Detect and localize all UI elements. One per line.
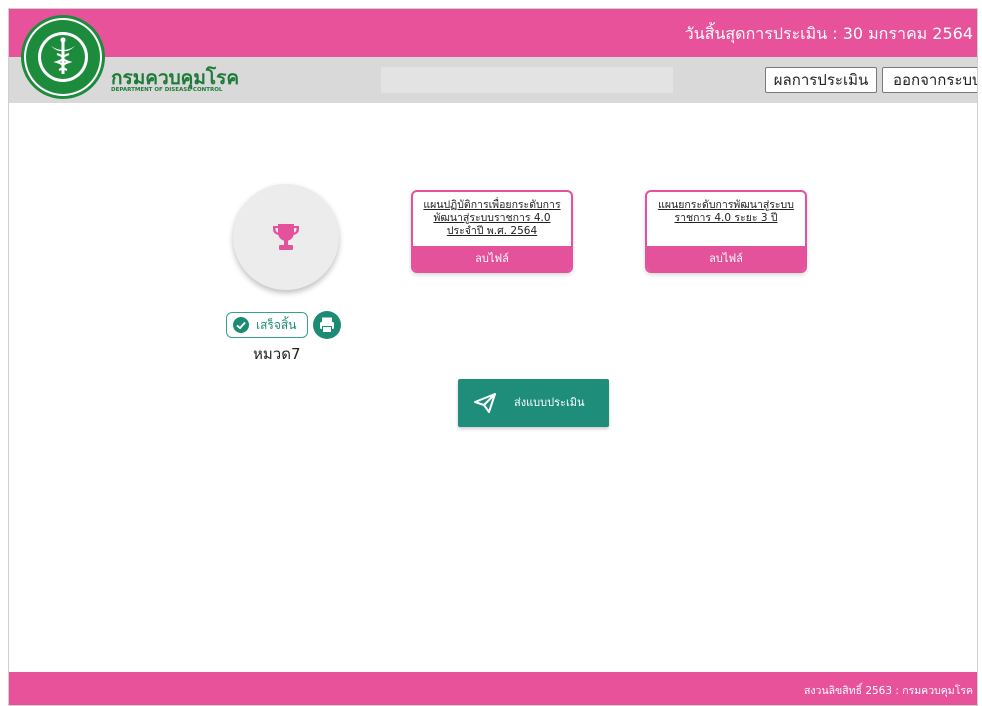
print-button[interactable] — [313, 311, 341, 339]
trophy-icon — [273, 224, 299, 250]
footer: สงวนลิขสิทธิ์ 2563 : กรมควบคุมโรค — [9, 672, 977, 705]
deadline-text: วันสิ้นสุดการประเมิน : 30 มกราคม 2564 — [684, 24, 973, 43]
check-circle-icon — [233, 317, 249, 333]
category-name: หมวด7 — [253, 345, 301, 363]
caduceus-logo-icon — [26, 20, 100, 94]
document-card: แผนปฏิบัติการเพื่อยกระดับการพัฒนาสู่ระบบ… — [411, 190, 573, 273]
document-card: แผนยกระดับการพัฒนาสู่ระบบราชการ 4.0 ระยะ… — [645, 190, 807, 273]
status-label: เสร็จสิ้น — [256, 318, 297, 332]
delete-file-button[interactable]: ลบไฟล์ — [647, 246, 805, 271]
status-badge: เสร็จสิ้น — [226, 312, 308, 338]
top-banner: วันสิ้นสุดการประเมิน : 30 มกราคม 2564 — [9, 9, 977, 57]
category-card[interactable] — [233, 184, 339, 290]
header-placeholder — [381, 67, 673, 93]
department-name-english: DEPARTMENT OF DISEASE CONTROL — [111, 87, 223, 93]
results-button[interactable]: ผลการประเมิน — [765, 67, 877, 93]
document-link[interactable]: แผนปฏิบัติการเพื่อยกระดับการพัฒนาสู่ระบบ… — [413, 192, 571, 248]
document-link[interactable]: แผนยกระดับการพัฒนาสู่ระบบราชการ 4.0 ระยะ… — [647, 192, 805, 248]
ministry-logo — [21, 15, 105, 99]
logout-button[interactable]: ออกจากระบบ — [882, 67, 977, 93]
paper-plane-icon — [474, 393, 496, 413]
delete-file-button[interactable]: ลบไฟล์ — [413, 246, 571, 271]
print-icon — [320, 317, 334, 333]
submit-label: ส่งแบบประเมิน — [514, 396, 585, 409]
submit-assessment-button[interactable]: ส่งแบบประเมิน — [458, 379, 609, 427]
app-window: วันสิ้นสุดการประเมิน : 30 มกราคม 2564 กร… — [8, 8, 978, 706]
copyright-text: สงวนลิขสิทธิ์ 2563 : กรมควบคุมโรค — [804, 685, 973, 697]
